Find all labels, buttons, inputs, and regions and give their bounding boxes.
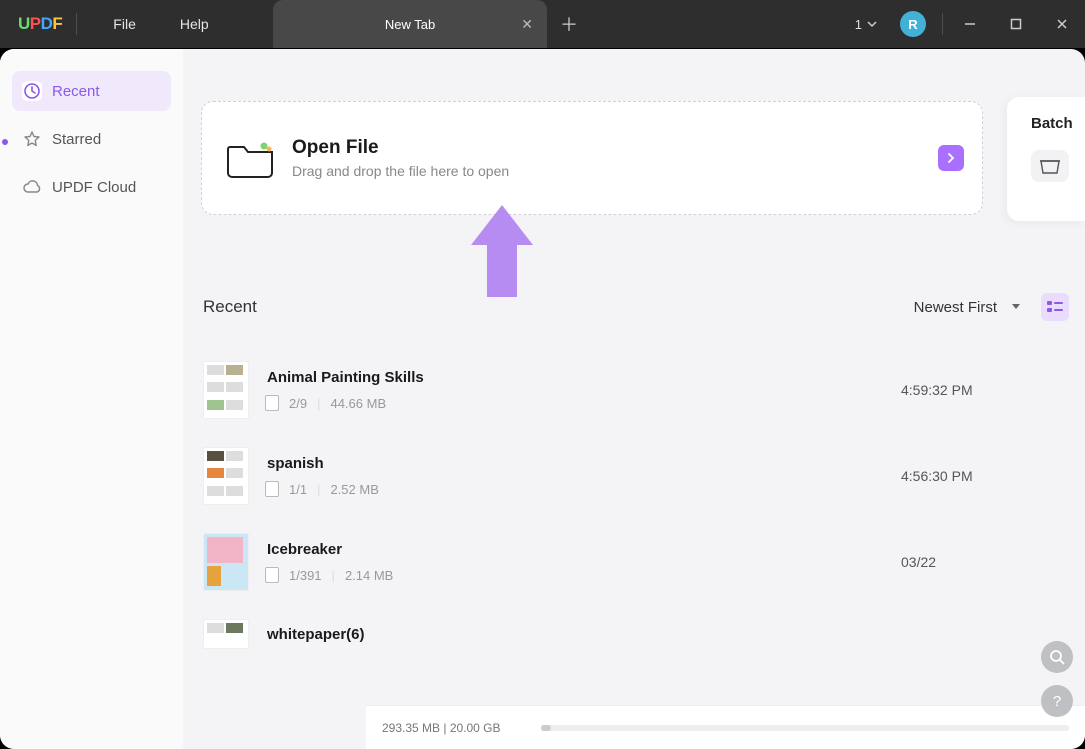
file-name: Icebreaker — [267, 541, 901, 558]
sidebar: Recent Starred UPDF Cloud — [0, 49, 183, 749]
batch-panel[interactable]: Batch — [1007, 97, 1085, 221]
content-area: Open File Drag and drop the file here to… — [183, 49, 1085, 749]
recent-file-list: Animal Painting Skills 2/9 | 44.66 MB 4:… — [197, 347, 1067, 649]
file-thumbnail — [203, 361, 249, 419]
open-file-dropzone[interactable]: Open File Drag and drop the file here to… — [201, 101, 983, 215]
file-thumbnail — [203, 533, 249, 591]
sort-label: Newest First — [914, 299, 997, 316]
file-name: Animal Painting Skills — [267, 369, 901, 386]
notification-count: 1 — [855, 17, 862, 32]
add-tab-button[interactable]: ＋ — [560, 11, 578, 37]
close-button[interactable] — [1039, 0, 1085, 48]
file-pages: 2/9 — [289, 396, 307, 411]
file-row[interactable]: whitepaper(6) — [197, 605, 1067, 649]
star-icon — [22, 129, 42, 149]
titlebar: UPDF File Help New Tab ✕ ＋ 1 R — [0, 0, 1085, 48]
pages-icon — [267, 483, 279, 497]
sidebar-item-label: Starred — [52, 131, 101, 148]
list-view-icon — [1047, 300, 1063, 314]
file-row[interactable]: spanish 1/1 | 2.52 MB 4:56:30 PM — [197, 433, 1067, 519]
menu-help[interactable]: Help — [180, 16, 209, 32]
app-logo: UPDF — [18, 14, 62, 34]
file-size: 2.52 MB — [330, 482, 378, 497]
chevron-down-icon — [1011, 303, 1021, 311]
minimize-button[interactable] — [947, 0, 993, 48]
menu-file[interactable]: File — [113, 16, 136, 32]
sidebar-item-recent[interactable]: Recent — [12, 71, 171, 111]
divider — [942, 13, 943, 35]
window-controls: 1 R — [855, 0, 1085, 48]
open-file-subtitle: Drag and drop the file here to open — [292, 163, 509, 179]
file-time: 4:59:32 PM — [901, 382, 1061, 398]
maximize-button[interactable] — [993, 0, 1039, 48]
file-thumbnail — [203, 447, 249, 505]
tab-new[interactable]: New Tab ✕ — [273, 0, 547, 48]
search-icon — [1049, 649, 1065, 665]
file-size: 44.66 MB — [330, 396, 386, 411]
view-toggle-button[interactable] — [1041, 293, 1069, 321]
sidebar-item-starred[interactable]: Starred — [12, 119, 171, 159]
clock-icon — [22, 81, 42, 101]
file-thumbnail — [203, 619, 249, 649]
open-file-title: Open File — [292, 137, 509, 159]
pages-icon — [267, 569, 279, 583]
storage-bar — [541, 725, 1069, 731]
avatar[interactable]: R — [900, 11, 926, 37]
file-row[interactable]: Icebreaker 1/391 | 2.14 MB 03/22 — [197, 519, 1067, 605]
search-button[interactable] — [1041, 641, 1073, 673]
tab-label: New Tab — [385, 17, 435, 32]
status-bar: 293.35 MB | 20.00 GB — [366, 705, 1085, 749]
storage-text: 293.35 MB | 20.00 GB — [382, 721, 501, 735]
sidebar-item-label: Recent — [52, 83, 100, 100]
sort-dropdown[interactable]: Newest First — [914, 299, 1021, 316]
close-icon[interactable]: ✕ — [521, 16, 533, 33]
folder-icon — [226, 137, 276, 179]
file-name: spanish — [267, 455, 901, 472]
sidebar-item-cloud[interactable]: UPDF Cloud — [12, 167, 171, 207]
pages-icon — [267, 397, 279, 411]
notification-indicator[interactable]: 1 — [855, 17, 878, 32]
file-size: 2.14 MB — [345, 568, 393, 583]
batch-label: Batch — [1031, 115, 1085, 132]
app-window: Recent Starred UPDF Cloud — [0, 49, 1085, 749]
file-time: 4:56:30 PM — [901, 468, 1061, 484]
chevron-down-icon — [866, 18, 878, 30]
help-icon: ? — [1053, 693, 1061, 710]
scanner-icon[interactable] — [1031, 150, 1069, 182]
file-row[interactable]: Animal Painting Skills 2/9 | 44.66 MB 4:… — [197, 347, 1067, 433]
chevron-right-icon — [947, 153, 955, 163]
file-pages: 1/391 — [289, 568, 322, 583]
recent-header: Recent Newest First — [199, 297, 1029, 317]
tutorial-arrow-icon — [471, 205, 533, 297]
indicator-dot — [2, 139, 8, 145]
cloud-icon — [22, 177, 42, 197]
open-file-go-button[interactable] — [938, 145, 964, 171]
file-name: whitepaper(6) — [267, 626, 901, 643]
file-pages: 1/1 — [289, 482, 307, 497]
file-time: 03/22 — [901, 554, 1061, 570]
divider — [76, 13, 77, 35]
recent-heading: Recent — [203, 297, 257, 317]
sidebar-item-label: UPDF Cloud — [52, 179, 136, 196]
help-button[interactable]: ? — [1041, 685, 1073, 717]
